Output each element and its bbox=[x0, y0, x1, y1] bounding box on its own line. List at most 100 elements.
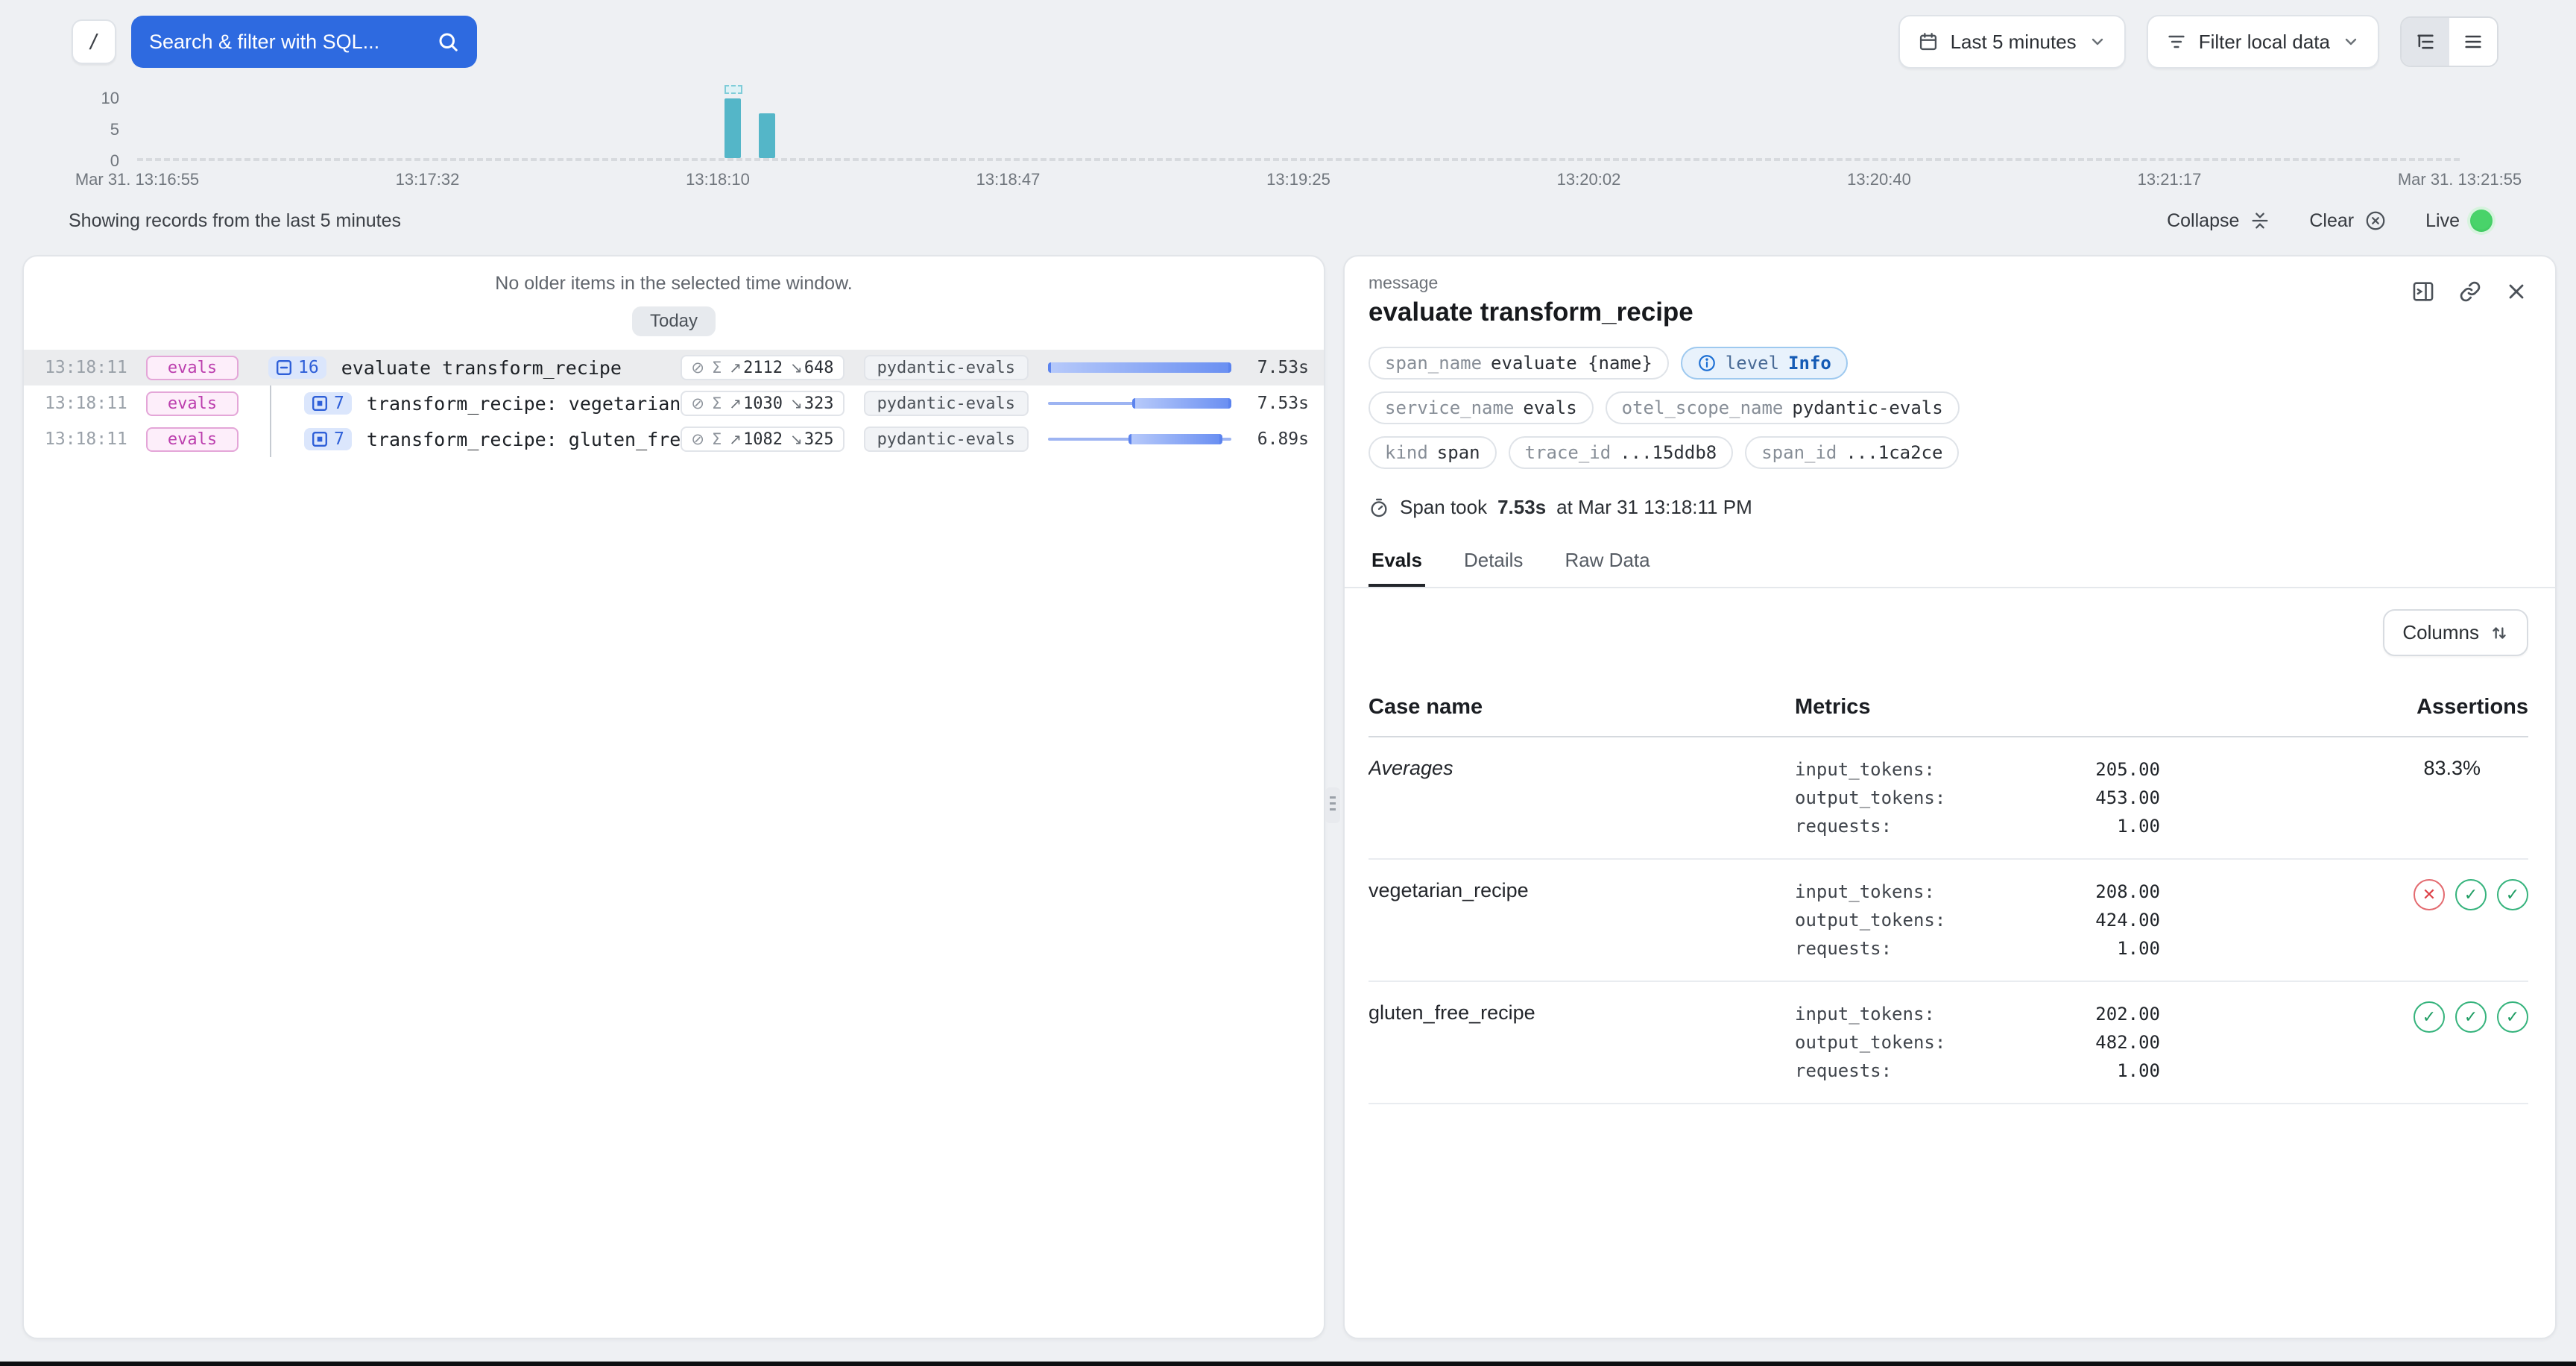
duration-text: 7.53s bbox=[1231, 358, 1309, 377]
info-icon bbox=[1697, 353, 1717, 373]
metric-line: requests:1.00 bbox=[1795, 1057, 2370, 1085]
tree-view-icon bbox=[2415, 31, 2436, 52]
search-placeholder: Search & filter with SQL... bbox=[149, 31, 437, 54]
tab-raw-data[interactable]: Raw Data bbox=[1562, 540, 1652, 587]
tab-evals[interactable]: Evals bbox=[1368, 540, 1425, 587]
attribute-row: service_name evals otel_scope_name pydan… bbox=[1368, 391, 2528, 424]
duration-bar bbox=[1048, 385, 1231, 421]
histogram-bar[interactable] bbox=[759, 113, 775, 158]
duration-bar bbox=[1048, 350, 1231, 385]
assertion-pass-icon[interactable]: ✓ bbox=[2497, 879, 2528, 910]
columns-button[interactable]: Columns bbox=[2383, 609, 2528, 656]
service-badge: evals bbox=[146, 391, 239, 416]
attribute-key: kind bbox=[1385, 442, 1428, 463]
assertion-pass-icon[interactable]: ✓ bbox=[2497, 1001, 2528, 1033]
calendar-icon bbox=[1918, 31, 1939, 52]
panel-resize-handle[interactable] bbox=[1325, 787, 1340, 823]
live-indicator-icon bbox=[2470, 210, 2493, 232]
attribute-pill[interactable]: kind span bbox=[1368, 436, 1497, 469]
attribute-value: pydantic-evals bbox=[1792, 397, 1942, 418]
assertion-pass-icon[interactable]: ✓ bbox=[2414, 1001, 2445, 1033]
dock-panel-button[interactable] bbox=[2411, 279, 2436, 304]
metrics-chip[interactable]: ⊘ Σ ↗2112 ↘648 bbox=[681, 355, 844, 380]
attribute-key: otel_scope_name bbox=[1622, 397, 1784, 418]
evals-table-header: Case name Metrics Assertions bbox=[1368, 680, 2528, 737]
tokens-out-arrow-icon: ↘ bbox=[790, 359, 803, 377]
duration-text: 6.89s bbox=[1231, 429, 1309, 449]
detail-header: message evaluate transform_recipe bbox=[1368, 273, 2528, 327]
span-took-prefix: Span took bbox=[1400, 496, 1487, 519]
x-tick-label: 13:20:40 bbox=[1847, 170, 1911, 189]
row-chips: ⊘ Σ ↗1030 ↘323 pydantic-evals bbox=[681, 391, 1029, 416]
attribute-pill[interactable]: service_name evals bbox=[1368, 391, 1594, 424]
attribute-pill[interactable]: trace_id ...15ddb8 bbox=[1509, 436, 1734, 469]
tokens-in-value: 1082 bbox=[743, 430, 783, 449]
sort-arrows-icon bbox=[2490, 623, 2509, 643]
circle-slash-icon: ⊘ bbox=[691, 359, 704, 377]
header-assertions: Assertions bbox=[2370, 695, 2528, 720]
time-range-select[interactable]: Last 5 minutes bbox=[1898, 15, 2126, 69]
metric-label: output_tokens: bbox=[1795, 784, 2026, 812]
attribute-key: service_name bbox=[1385, 397, 1514, 418]
clear-circle-icon bbox=[2364, 210, 2387, 232]
span-took-duration: 7.53s bbox=[1497, 496, 1546, 519]
metric-value: 1.00 bbox=[2026, 1057, 2160, 1085]
close-panel-button[interactable] bbox=[2504, 280, 2528, 303]
scope-chip[interactable]: pydantic-evals bbox=[864, 427, 1029, 452]
collapse-label: Collapse bbox=[2167, 210, 2239, 232]
case-assertions: ✓ ✓ ✓ bbox=[2370, 1000, 2528, 1085]
y-tick-label: 5 bbox=[110, 120, 119, 139]
scope-chip[interactable]: pydantic-evals bbox=[864, 355, 1029, 380]
assertion-pass-icon[interactable]: ✓ bbox=[2455, 1001, 2487, 1033]
scope-chip[interactable]: pydantic-evals bbox=[864, 391, 1029, 416]
chart-plot[interactable] bbox=[137, 98, 2460, 161]
eval-table-row[interactable]: Averages input_tokens:205.00output_token… bbox=[1368, 737, 2528, 860]
case-metrics: input_tokens:205.00output_tokens:453.00r… bbox=[1795, 755, 2370, 840]
dock-panel-icon bbox=[2411, 279, 2436, 304]
trace-row[interactable]: 13:18:11 evals 7 transform_recipe: veget… bbox=[24, 385, 1324, 421]
sigma-icon: Σ bbox=[712, 394, 722, 412]
trace-row[interactable]: 13:18:11 evals 16 evaluate transform_rec… bbox=[24, 350, 1324, 385]
attribute-pill[interactable]: span_id ...1ca2ce bbox=[1745, 436, 1959, 469]
metric-line: requests:1.00 bbox=[1795, 934, 2370, 963]
metric-value: 482.00 bbox=[2026, 1028, 2160, 1057]
y-tick-label: 10 bbox=[101, 89, 119, 108]
copy-link-button[interactable] bbox=[2458, 280, 2482, 303]
span-count-badge[interactable]: 7 bbox=[304, 428, 352, 450]
tab-details[interactable]: Details bbox=[1461, 540, 1526, 587]
topbar-right: Last 5 minutes Filter local data bbox=[1898, 15, 2498, 69]
assertion-pass-icon[interactable]: ✓ bbox=[2455, 879, 2487, 910]
row-chips: ⊘ Σ ↗1082 ↘325 pydantic-evals bbox=[681, 427, 1029, 452]
columns-label: Columns bbox=[2402, 621, 2479, 644]
assertion-fail-icon[interactable]: ✕ bbox=[2414, 879, 2445, 910]
sigma-icon: Σ bbox=[712, 359, 722, 377]
records-histogram: 1050 Mar 31. 13:16:5513:17:3213:18:1013:… bbox=[0, 84, 2576, 197]
attribute-pill[interactable]: span_name evaluate {name} bbox=[1368, 347, 1669, 380]
tree-view-toggle[interactable] bbox=[2402, 18, 2449, 66]
detail-actions bbox=[2411, 273, 2528, 304]
metric-label: input_tokens: bbox=[1795, 1000, 2026, 1028]
trace-row[interactable]: 13:18:11 evals 7 transform_recipe: glute… bbox=[24, 421, 1324, 457]
keyboard-shortcut-button[interactable]: / bbox=[72, 19, 116, 64]
attribute-pill[interactable]: otel_scope_name pydantic-evals bbox=[1606, 391, 1960, 424]
row-timestamp: 13:18:11 bbox=[45, 358, 131, 377]
collapse-button[interactable]: Collapse bbox=[2167, 210, 2270, 232]
case-name: Averages bbox=[1368, 755, 1795, 840]
day-separator-pill: Today bbox=[632, 306, 716, 336]
filter-local-data-select[interactable]: Filter local data bbox=[2147, 15, 2379, 69]
search-input[interactable]: Search & filter with SQL... bbox=[131, 16, 477, 68]
span-count-badge[interactable]: 16 bbox=[268, 356, 326, 379]
eval-table-row[interactable]: gluten_free_recipe input_tokens:202.00ou… bbox=[1368, 982, 2528, 1104]
span-count-badge[interactable]: 7 bbox=[304, 392, 352, 415]
metrics-chip[interactable]: ⊘ Σ ↗1082 ↘325 bbox=[681, 427, 844, 452]
attribute-value: evals bbox=[1523, 397, 1576, 418]
duration-bar-segment bbox=[1128, 434, 1222, 444]
clear-button[interactable]: Clear bbox=[2309, 210, 2387, 232]
attribute-pill[interactable]: level Info bbox=[1681, 347, 1848, 380]
list-view-toggle[interactable] bbox=[2449, 18, 2497, 66]
metrics-chip[interactable]: ⊘ Σ ↗1030 ↘323 bbox=[681, 391, 844, 416]
x-tick-label: 13:21:17 bbox=[2138, 170, 2202, 189]
histogram-bar[interactable] bbox=[724, 98, 741, 158]
eval-table-row[interactable]: vegetarian_recipe input_tokens:208.00out… bbox=[1368, 860, 2528, 982]
live-button[interactable]: Live bbox=[2425, 210, 2493, 232]
